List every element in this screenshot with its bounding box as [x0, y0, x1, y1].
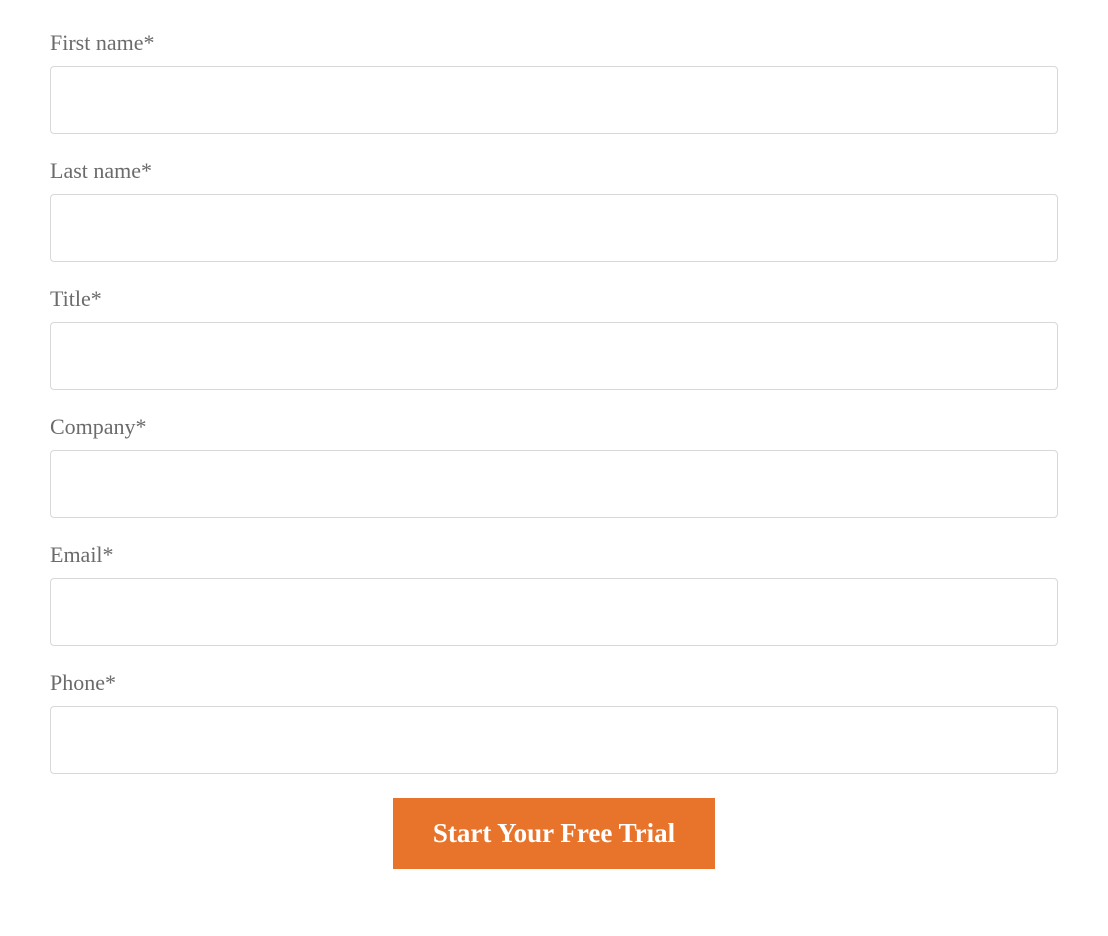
input-title[interactable]	[50, 322, 1058, 390]
input-email[interactable]	[50, 578, 1058, 646]
field-group-phone: Phone*	[50, 670, 1058, 774]
field-group-email: Email*	[50, 542, 1058, 646]
label-email: Email*	[50, 542, 1058, 568]
submit-row: Start Your Free Trial	[50, 798, 1058, 869]
field-group-first-name: First name*	[50, 30, 1058, 134]
input-phone[interactable]	[50, 706, 1058, 774]
label-phone: Phone*	[50, 670, 1058, 696]
label-last-name: Last name*	[50, 158, 1058, 184]
input-last-name[interactable]	[50, 194, 1058, 262]
label-title: Title*	[50, 286, 1058, 312]
field-group-company: Company*	[50, 414, 1058, 518]
label-first-name: First name*	[50, 30, 1058, 56]
field-group-title: Title*	[50, 286, 1058, 390]
field-group-last-name: Last name*	[50, 158, 1058, 262]
submit-button[interactable]: Start Your Free Trial	[393, 798, 715, 869]
label-company: Company*	[50, 414, 1058, 440]
input-first-name[interactable]	[50, 66, 1058, 134]
free-trial-form: First name* Last name* Title* Company* E…	[50, 30, 1058, 869]
input-company[interactable]	[50, 450, 1058, 518]
